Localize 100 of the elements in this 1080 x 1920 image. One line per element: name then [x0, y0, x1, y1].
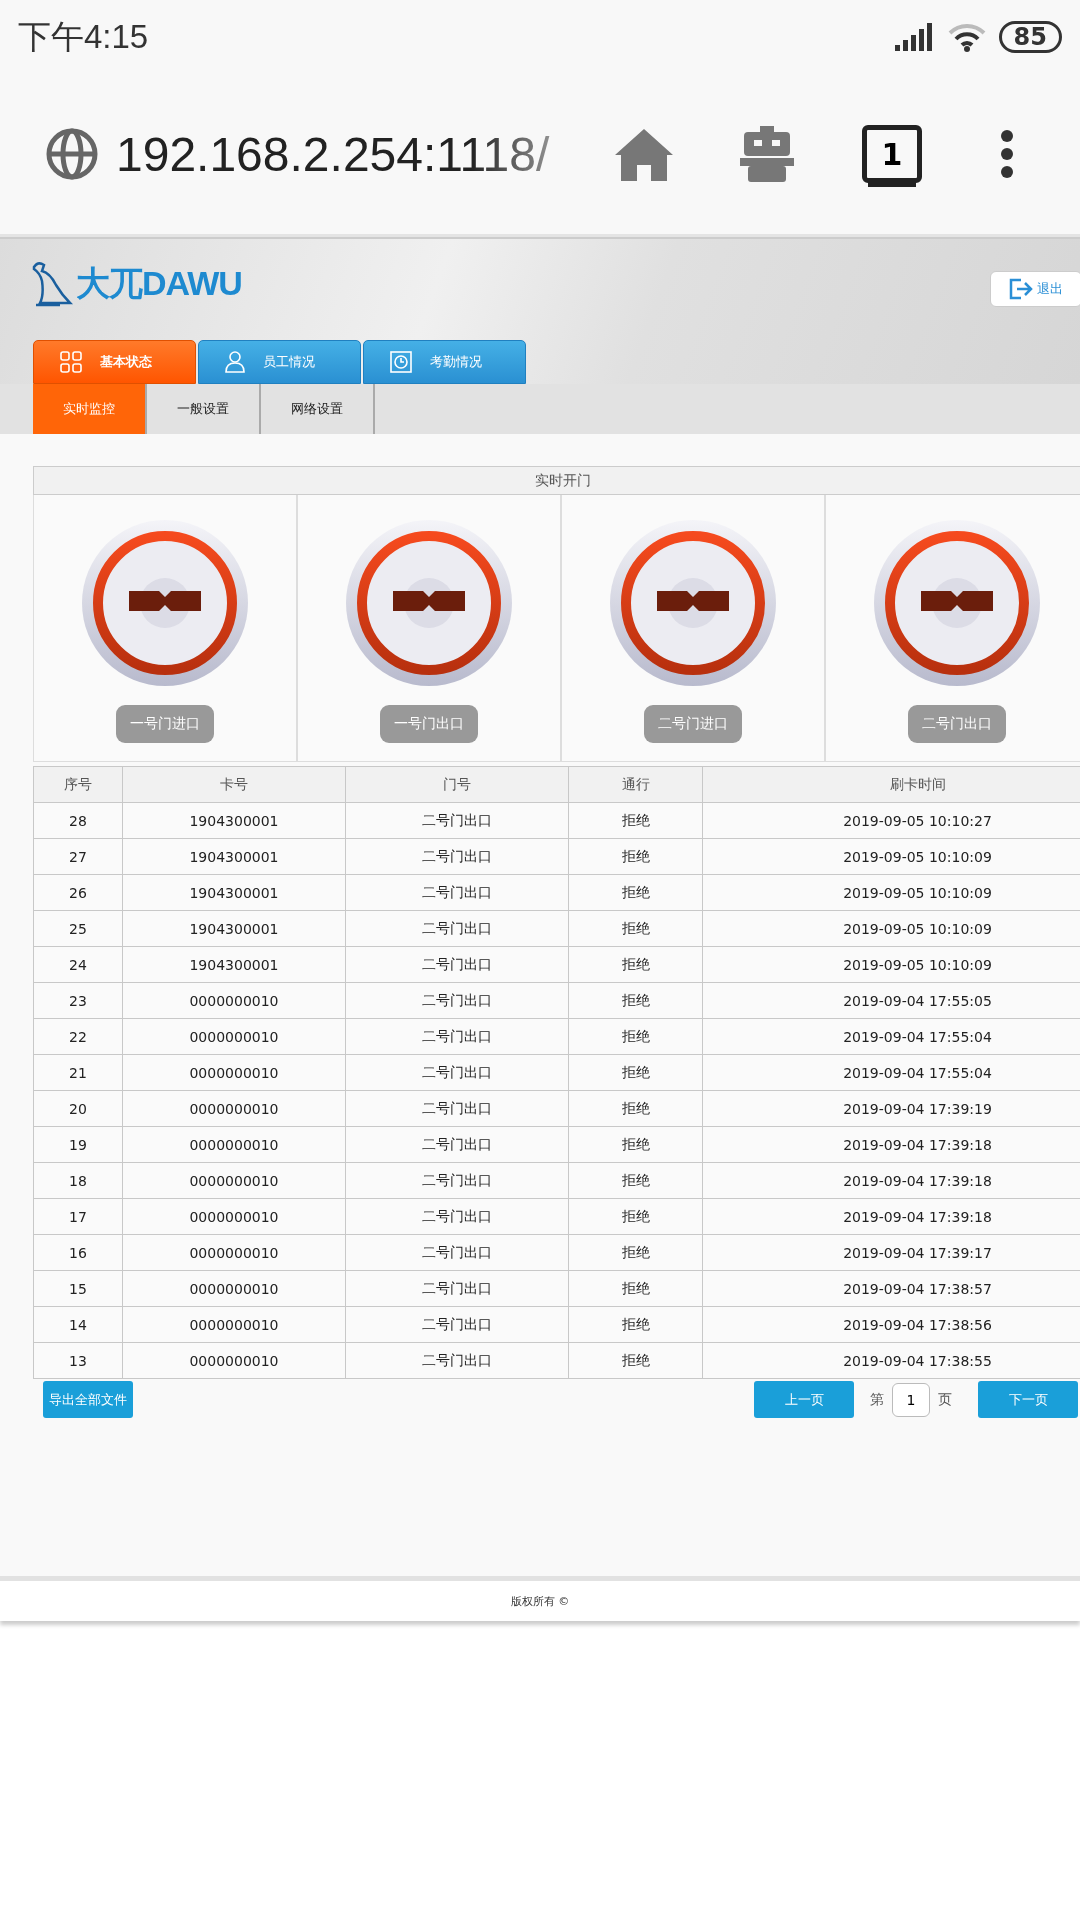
table-cell: 1904300001 — [122, 946, 346, 983]
table-cell: 二号门出口 — [345, 910, 569, 947]
table-cell: 23 — [33, 982, 123, 1019]
table-cell: 25 — [33, 910, 123, 947]
table-cell: 二号门出口 — [345, 1306, 569, 1343]
bird-logo-icon — [30, 261, 74, 307]
table-cell: 2019-09-04 17:55:04 — [702, 1018, 1080, 1055]
logo-text: 大兀DAWU — [76, 263, 242, 304]
column-header: 序号 — [33, 766, 123, 803]
clock-icon — [390, 351, 412, 373]
door-button[interactable]: 一号门进口 — [116, 705, 214, 743]
table-cell: 0000000010 — [122, 1234, 346, 1271]
column-header: 通行 — [568, 766, 703, 803]
next-page-button[interactable]: 下一页 — [978, 1381, 1078, 1418]
status-time: 下午4:15 — [18, 16, 149, 57]
table-cell: 二号门出口 — [345, 1090, 569, 1127]
table-cell: 拒绝 — [568, 838, 703, 875]
main-tab[interactable]: 考勤情况 — [363, 340, 526, 384]
copyright-text: 版权所有 © — [510, 1593, 570, 1609]
table-cell: 2019-09-04 17:38:56 — [702, 1306, 1080, 1343]
table-cell: 二号门出口 — [345, 802, 569, 839]
table-cell: 二号门出口 — [345, 982, 569, 1019]
main-tab[interactable]: 员工情况 — [198, 340, 361, 384]
sub-tab[interactable]: 一般设置 — [147, 384, 261, 434]
table-cell: 2019-09-04 17:55:05 — [702, 982, 1080, 1019]
table-cell: 0000000010 — [122, 1090, 346, 1127]
table-cell: 2019-09-04 17:38:55 — [702, 1342, 1080, 1379]
table-cell: 拒绝 — [568, 910, 703, 947]
table-cell: 二号门出口 — [345, 1198, 569, 1235]
signal-icon — [894, 23, 935, 51]
grid-icon — [60, 351, 82, 373]
export-button[interactable]: 导出全部文件 — [43, 1381, 133, 1418]
prev-page-button[interactable]: 上一页 — [754, 1381, 854, 1418]
page-label: 第 — [870, 1390, 884, 1409]
table-cell: 2019-09-05 10:10:09 — [702, 874, 1080, 911]
logout-button[interactable]: 退出 — [990, 271, 1080, 307]
table-cell: 2019-09-05 10:10:09 — [702, 838, 1080, 875]
door-lock-icon[interactable] — [873, 519, 1041, 687]
table-cell: 0000000010 — [122, 1054, 346, 1091]
table-cell: 1904300001 — [122, 802, 346, 839]
table-cell: 16 — [33, 1234, 123, 1271]
door-lock-icon[interactable] — [345, 519, 513, 687]
door-button[interactable]: 二号门出口 — [908, 705, 1006, 743]
table-cell: 2019-09-04 17:39:18 — [702, 1162, 1080, 1199]
page-label: 页 — [938, 1390, 952, 1409]
table-cell: 0000000010 — [122, 1270, 346, 1307]
main-tab[interactable]: 基本状态 — [33, 340, 196, 384]
table-cell: 19 — [33, 1126, 123, 1163]
table-cell: 28 — [33, 802, 123, 839]
table-cell: 拒绝 — [568, 1018, 703, 1055]
table-cell: 二号门出口 — [345, 1342, 569, 1379]
door-lock-icon[interactable] — [609, 519, 777, 687]
table-cell: 0000000010 — [122, 1126, 346, 1163]
table-cell: 2019-09-05 10:10:09 — [702, 946, 1080, 983]
url-field[interactable]: 192.168.2.254:1118/ — [116, 126, 571, 182]
table-cell: 二号门出口 — [345, 1162, 569, 1199]
table-cell: 二号门出口 — [345, 1054, 569, 1091]
door-button[interactable]: 一号门出口 — [380, 705, 478, 743]
menu-icon[interactable] — [1000, 129, 1014, 179]
table-cell: 18 — [33, 1162, 123, 1199]
table-cell: 拒绝 — [568, 1342, 703, 1379]
table-cell: 拒绝 — [568, 946, 703, 983]
robot-icon[interactable] — [740, 126, 794, 182]
column-header: 卡号 — [122, 766, 346, 803]
battery-level: 85 — [998, 21, 1062, 53]
wifi-icon — [946, 22, 987, 52]
table-cell: 二号门出口 — [345, 874, 569, 911]
table-cell: 拒绝 — [568, 982, 703, 1019]
table-cell: 0000000010 — [122, 1162, 346, 1199]
globe-icon — [46, 128, 98, 180]
section-title: 实时开门 — [33, 466, 1080, 495]
table-cell: 拒绝 — [568, 1306, 703, 1343]
table-cell: 0000000010 — [122, 982, 346, 1019]
table-cell: 拒绝 — [568, 1270, 703, 1307]
table-cell: 拒绝 — [568, 1162, 703, 1199]
door-lock-icon[interactable] — [81, 519, 249, 687]
table-cell: 2019-09-05 10:10:27 — [702, 802, 1080, 839]
table-cell: 1904300001 — [122, 838, 346, 875]
table-cell: 2019-09-04 17:38:57 — [702, 1270, 1080, 1307]
sub-tab[interactable]: 实时监控 — [33, 384, 147, 434]
sub-tab[interactable]: 网络设置 — [261, 384, 375, 434]
table-cell: 0000000010 — [122, 1018, 346, 1055]
logout-icon — [1009, 278, 1033, 300]
table-cell: 0000000010 — [122, 1342, 346, 1379]
door-button[interactable]: 二号门进口 — [644, 705, 742, 743]
table-cell: 拒绝 — [568, 802, 703, 839]
table-cell: 二号门出口 — [345, 1018, 569, 1055]
table-cell: 27 — [33, 838, 123, 875]
table-cell: 14 — [33, 1306, 123, 1343]
table-cell: 拒绝 — [568, 1126, 703, 1163]
table-cell: 2019-09-04 17:39:19 — [702, 1090, 1080, 1127]
table-cell: 拒绝 — [568, 1054, 703, 1091]
table-cell: 24 — [33, 946, 123, 983]
table-cell: 2019-09-04 17:39:17 — [702, 1234, 1080, 1271]
table-cell: 二号门出口 — [345, 1234, 569, 1271]
page-field[interactable]: 1 — [892, 1382, 930, 1417]
home-icon[interactable] — [613, 127, 675, 181]
table-cell: 2019-09-05 10:10:09 — [702, 910, 1080, 947]
column-header: 门号 — [345, 766, 569, 803]
table-cell: 二号门出口 — [345, 1270, 569, 1307]
